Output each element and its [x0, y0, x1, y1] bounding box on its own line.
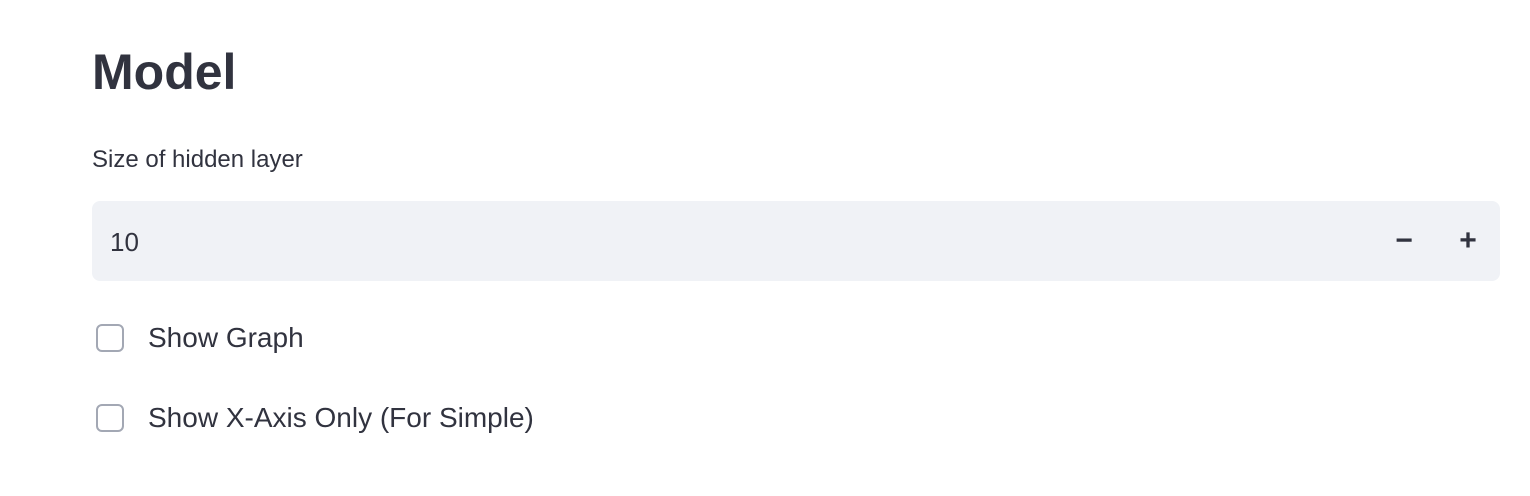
show-graph-checkbox[interactable]: Show Graph [96, 322, 304, 354]
checkbox-box[interactable] [96, 404, 124, 432]
increment-button[interactable]: + [1448, 221, 1488, 261]
hidden-layer-label: Size of hidden layer [92, 146, 303, 173]
section-title: Model [92, 44, 237, 100]
checkbox-label: Show X-Axis Only (For Simple) [148, 402, 534, 433]
hidden-layer-input[interactable] [108, 201, 1312, 283]
hidden-layer-number-input: − + [92, 201, 1500, 283]
show-x-axis-only-checkbox[interactable]: Show X-Axis Only (For Simple) [96, 402, 534, 434]
decrement-button[interactable]: − [1384, 221, 1424, 261]
checkbox-label: Show Graph [148, 322, 304, 353]
checkbox-box[interactable] [96, 324, 124, 352]
